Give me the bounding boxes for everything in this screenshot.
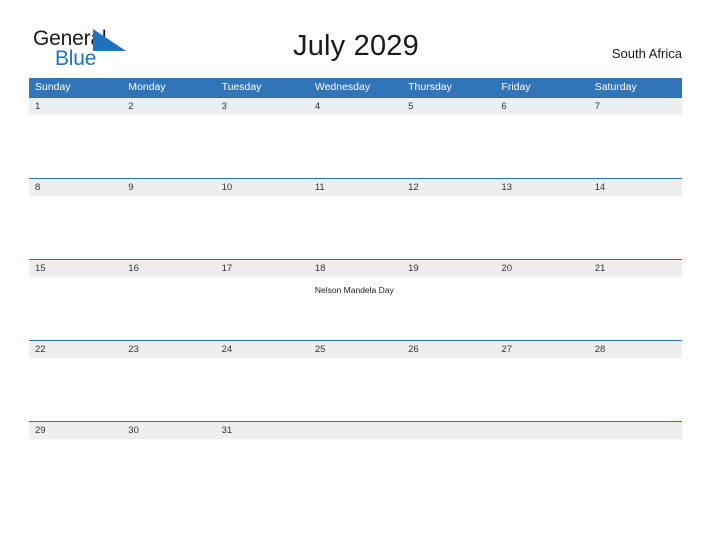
day-number[interactable]: 3 [216, 98, 309, 115]
weekday-sunday: Sunday [35, 81, 71, 93]
day-cell[interactable] [402, 358, 495, 421]
day-cell[interactable] [122, 196, 215, 259]
day-cell[interactable] [216, 115, 309, 178]
week-date-band: 29 30 31 [29, 422, 682, 439]
day-cell-holiday[interactable]: Nelson Mandela Day [309, 277, 402, 340]
day-number-empty [402, 422, 495, 439]
day-number[interactable]: 18 [309, 260, 402, 277]
week-date-band: 8 9 10 11 12 13 14 [29, 179, 682, 196]
calendar-table: Sunday Monday Tuesday Wednesday Thursday… [29, 78, 682, 439]
day-cell[interactable] [216, 358, 309, 421]
day-cell[interactable] [589, 358, 682, 421]
weekday-header-row: Sunday Monday Tuesday Wednesday Thursday… [29, 78, 682, 97]
day-number-empty [589, 422, 682, 439]
day-cell[interactable] [122, 358, 215, 421]
calendar-week-row: 15 16 17 18 19 20 21 Nelson Mandela Day [29, 259, 682, 340]
day-number[interactable]: 1 [29, 98, 122, 115]
weekday-tuesday: Tuesday [221, 81, 262, 93]
page-title: July 2029 [293, 30, 419, 62]
week-date-band: 22 23 24 25 26 27 28 [29, 341, 682, 358]
day-number[interactable]: 27 [495, 341, 588, 358]
day-number[interactable]: 22 [29, 341, 122, 358]
day-cell[interactable] [495, 277, 588, 340]
day-number[interactable]: 14 [589, 179, 682, 196]
day-cell[interactable] [402, 115, 495, 178]
day-cell[interactable] [29, 358, 122, 421]
day-cell[interactable] [589, 277, 682, 340]
day-number[interactable]: 11 [309, 179, 402, 196]
day-cell[interactable] [29, 277, 122, 340]
weekday-saturday: Saturday [594, 81, 637, 93]
day-cell[interactable] [309, 115, 402, 178]
region-label: South Africa [611, 46, 682, 61]
day-number[interactable]: 7 [589, 98, 682, 115]
page-header: General Blue July 2029 South Africa [0, 0, 712, 78]
calendar-week-row: 29 30 31 [29, 421, 682, 439]
day-cell[interactable] [122, 115, 215, 178]
day-cell[interactable] [122, 277, 215, 340]
day-cell[interactable] [29, 115, 122, 178]
day-number[interactable]: 23 [122, 341, 215, 358]
day-number[interactable]: 25 [309, 341, 402, 358]
day-cell[interactable] [309, 358, 402, 421]
week-date-band: 15 16 17 18 19 20 21 [29, 260, 682, 277]
day-cell[interactable] [589, 196, 682, 259]
day-cell[interactable] [495, 115, 588, 178]
day-number[interactable]: 30 [122, 422, 215, 439]
day-number[interactable]: 10 [216, 179, 309, 196]
week-event-band: Nelson Mandela Day [29, 277, 682, 340]
weekday-wednesday: Wednesday [314, 81, 371, 93]
day-number[interactable]: 19 [402, 260, 495, 277]
day-number-empty [495, 422, 588, 439]
day-number[interactable]: 4 [309, 98, 402, 115]
day-number[interactable]: 20 [495, 260, 588, 277]
day-cell[interactable] [216, 196, 309, 259]
week-event-band [29, 358, 682, 421]
day-number[interactable]: 13 [495, 179, 588, 196]
day-number[interactable]: 12 [402, 179, 495, 196]
day-number[interactable]: 17 [216, 260, 309, 277]
day-cell[interactable] [216, 277, 309, 340]
day-number-empty [309, 422, 402, 439]
day-number[interactable]: 15 [29, 260, 122, 277]
day-cell[interactable] [495, 358, 588, 421]
day-number[interactable]: 24 [216, 341, 309, 358]
day-number[interactable]: 31 [216, 422, 309, 439]
weekday-friday: Friday [501, 81, 531, 93]
day-number[interactable]: 28 [589, 341, 682, 358]
day-cell[interactable] [402, 196, 495, 259]
day-number[interactable]: 21 [589, 260, 682, 277]
calendar-week-row: 8 9 10 11 12 13 14 [29, 178, 682, 259]
day-cell[interactable] [589, 115, 682, 178]
calendar-week-row: 1 2 3 4 5 6 7 [29, 97, 682, 178]
day-cell[interactable] [309, 196, 402, 259]
calendar-week-row: 22 23 24 25 26 27 28 [29, 340, 682, 421]
day-number[interactable]: 6 [495, 98, 588, 115]
weekday-monday: Monday [128, 81, 166, 93]
weekday-thursday: Thursday [408, 81, 452, 93]
day-number[interactable]: 16 [122, 260, 215, 277]
day-event-text: Nelson Mandela Day [314, 285, 394, 295]
calendar-page: General Blue July 2029 South Africa Sund… [0, 0, 712, 550]
week-date-band: 1 2 3 4 5 6 7 [29, 98, 682, 115]
day-cell[interactable] [402, 277, 495, 340]
day-number[interactable]: 2 [122, 98, 215, 115]
day-cell[interactable] [495, 196, 588, 259]
week-event-band [29, 115, 682, 178]
day-number[interactable]: 29 [29, 422, 122, 439]
day-number[interactable]: 9 [122, 179, 215, 196]
day-number[interactable]: 26 [402, 341, 495, 358]
day-number[interactable]: 8 [29, 179, 122, 196]
day-number[interactable]: 5 [402, 98, 495, 115]
day-cell[interactable] [29, 196, 122, 259]
week-event-band [29, 196, 682, 259]
